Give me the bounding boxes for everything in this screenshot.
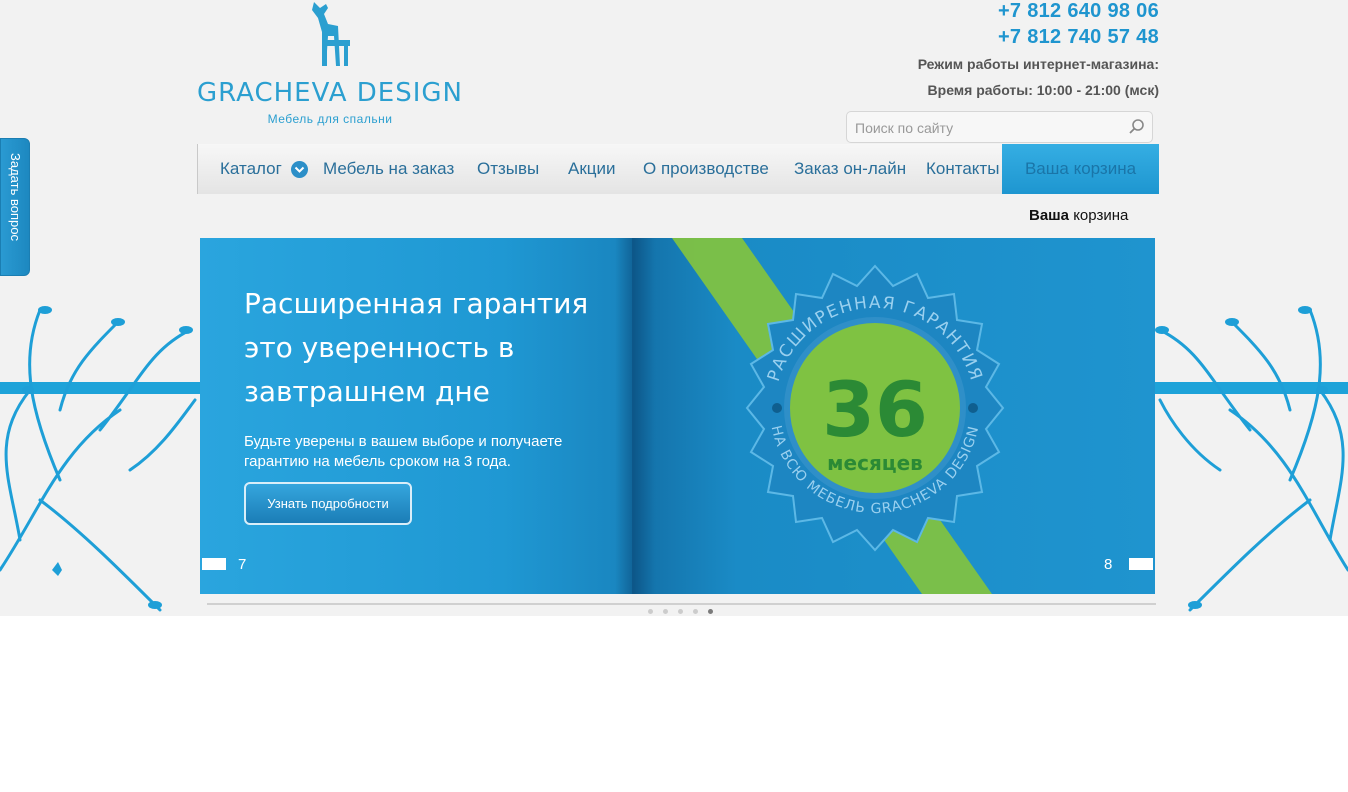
deer-logo-icon	[312, 2, 350, 66]
site-search	[846, 111, 1153, 143]
chevron-down-icon[interactable]	[291, 161, 308, 178]
badge-number: 36	[822, 365, 928, 454]
slider-pager	[648, 601, 723, 619]
cart-link-text: корзина	[1069, 207, 1129, 224]
badge-unit: месяцев	[827, 451, 923, 475]
nav-item-promotions[interactable]: Акции	[568, 144, 616, 194]
nav-item-contacts[interactable]: Контакты	[926, 144, 999, 194]
next-slide-tab[interactable]	[1129, 558, 1153, 570]
nav-item-custom-furniture[interactable]: Мебель на заказ	[323, 144, 454, 194]
prev-slide-tab[interactable]	[202, 558, 226, 570]
cart-link-bold: Ваша	[1029, 207, 1070, 224]
slide-title: Расширенная гарантия это уверенность в з…	[244, 287, 589, 408]
nav-item-online-order[interactable]: Заказ он-лайн	[794, 144, 906, 194]
promo-slider: Расширенная гарантия это уверенность в з…	[200, 238, 1155, 594]
brand-tagline: Мебель для спальни	[267, 112, 393, 126]
pager-dot-active[interactable]	[708, 609, 713, 614]
pager-dot[interactable]	[693, 609, 698, 614]
ask-question-tab[interactable]: Задать вопрос	[0, 138, 30, 276]
phone-number[interactable]: +7 812 640 98 06	[998, 0, 1159, 23]
guarantee-badge-icon: РАСШИРЕННАЯ ГАРАНТИЯ НА ВСЮ МЕБЕЛЬ GRACH…	[745, 264, 1005, 552]
brand-logo[interactable]: GRACHEVA DESIGN Мебель для спальни	[195, 0, 465, 130]
slide-description: Будьте уверены в вашем выборе и получает…	[244, 433, 563, 470]
working-hours-label: Режим работы интернет-магазина:	[917, 56, 1159, 72]
main-navigation: Каталог Мебель на заказ Отзывы Акции О п…	[197, 144, 1159, 194]
pager-dot[interactable]	[678, 609, 683, 614]
pager-dot[interactable]	[648, 609, 653, 614]
nav-cart-button[interactable]: Ваша корзина	[1002, 144, 1159, 194]
next-slide-number[interactable]: 8	[1104, 556, 1112, 573]
pager-dot[interactable]	[663, 609, 668, 614]
nav-item-production[interactable]: О производстве	[643, 144, 769, 194]
nav-item-reviews[interactable]: Отзывы	[477, 144, 539, 194]
brand-name: GRACHEVA DESIGN	[196, 78, 463, 108]
cart-link[interactable]: Ваша корзина	[1029, 207, 1128, 224]
working-hours-value: Время работы: 10:00 - 21:00 (мск)	[927, 82, 1159, 98]
prev-slide-number[interactable]: 7	[238, 556, 246, 573]
phone-number[interactable]: +7 812 740 57 48	[998, 26, 1159, 49]
ask-question-label: Задать вопрос	[8, 153, 23, 241]
search-icon[interactable]	[1128, 118, 1146, 136]
search-input[interactable]	[855, 118, 1125, 138]
nav-item-catalog[interactable]: Каталог	[220, 144, 282, 194]
book-fold	[615, 238, 655, 594]
learn-more-button[interactable]: Узнать подробности	[244, 482, 412, 525]
